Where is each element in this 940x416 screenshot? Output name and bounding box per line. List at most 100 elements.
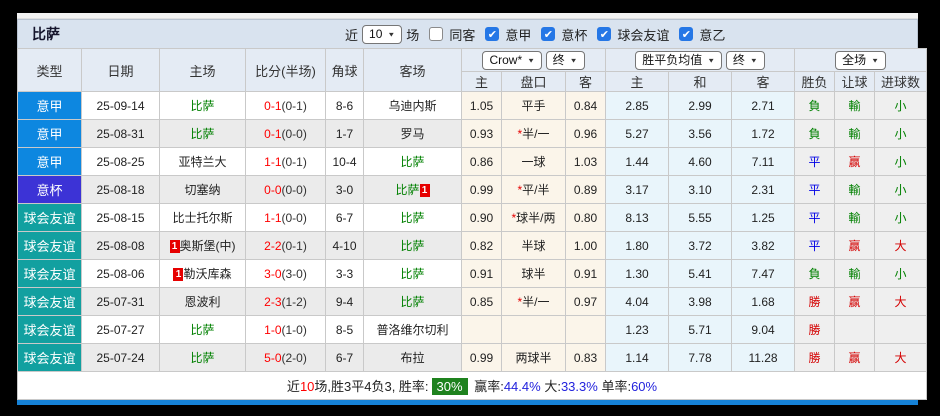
date-cell: 25-08-15 xyxy=(81,203,160,232)
away-team-cell[interactable]: 比萨 xyxy=(363,203,462,232)
avg-odds-select[interactable]: 胜平负均值 ▼ xyxy=(635,50,723,70)
over-rate: 33.3% xyxy=(560,379,598,394)
home-team-cell[interactable]: 亚特兰大 xyxy=(159,147,246,176)
col-header-avg-away: 客 xyxy=(731,71,796,92)
match-row[interactable]: 球会友谊 25-07-24 比萨 5-0(2-0) 6-7 布拉 0.99 两球… xyxy=(17,343,928,372)
home-team-cell[interactable]: 1 奥斯堡(中) xyxy=(159,231,246,260)
goals-cell: 小 xyxy=(874,259,928,288)
odds-stage-select-2[interactable]: 终 ▼ xyxy=(725,50,765,70)
away-team-name: 布拉 xyxy=(400,351,425,365)
avg-home-cell: 1.44 xyxy=(605,147,670,176)
chevron-down-icon: ▼ xyxy=(569,56,578,64)
fulltime-score: 3-0 xyxy=(264,266,282,281)
match-row[interactable]: 意杯 25-08-18 切塞纳 0-0(0-0) 3-0 比萨 1 0.99 *平… xyxy=(17,175,928,204)
date-cell: 25-07-27 xyxy=(81,315,160,344)
date-cell: 25-09-14 xyxy=(81,91,160,120)
league-checkbox-serie-b[interactable]: ✔ xyxy=(679,27,694,41)
away-team-cell[interactable]: 比萨 xyxy=(363,287,462,316)
odds-stage-select-1[interactable]: 终 ▼ xyxy=(545,50,585,70)
scope-select[interactable]: 全场 ▼ xyxy=(835,50,886,70)
avg-away-cell: 2.71 xyxy=(731,91,796,120)
match-row[interactable]: 球会友谊 25-07-27 比萨 1-0(1-0) 8-5 普洛维尔切利 1.2… xyxy=(17,315,928,344)
handicap-result-cell: 赢 xyxy=(834,147,876,176)
odds-home-cell: 0.86 xyxy=(461,147,502,176)
away-team-cell[interactable]: 比萨 xyxy=(363,259,462,288)
league-label-club-friendly: 球会友谊 xyxy=(617,27,670,43)
away-team-cell[interactable]: 普洛维尔切利 xyxy=(363,315,462,344)
away-team-name: 比萨 xyxy=(400,155,425,169)
avg-home-cell: 1.30 xyxy=(605,259,670,288)
league-checkbox-club-friendly[interactable]: ✔ xyxy=(597,27,612,41)
odds-away-cell: 0.84 xyxy=(564,91,607,120)
away-team-cell[interactable]: 布拉 xyxy=(363,343,462,372)
home-team-name: 切塞纳 xyxy=(184,183,221,197)
away-team-cell[interactable]: 比萨 1 xyxy=(363,175,462,204)
avg-away-cell: 1.72 xyxy=(731,119,796,148)
avg-away-cell: 3.82 xyxy=(731,231,796,260)
home-team-cell[interactable]: 恩波利 xyxy=(159,287,246,316)
home-team-cell[interactable]: 切塞纳 xyxy=(159,175,246,204)
home-team-cell[interactable]: 比士托尔斯 xyxy=(159,203,246,232)
red-card-badge: 1 xyxy=(173,268,184,281)
goals-cell: 大 xyxy=(874,231,928,260)
result-cell: 負 xyxy=(794,259,836,288)
halftime-score: (0-0) xyxy=(281,126,307,141)
match-row[interactable]: 球会友谊 25-08-08 1 奥斯堡(中) 2-2(0-1) 4-10 比萨 0… xyxy=(17,231,928,260)
handicap-result-cell: 輸 xyxy=(834,203,876,232)
home-team-cell[interactable]: 比萨 xyxy=(159,119,246,148)
avg-draw-cell: 3.56 xyxy=(668,119,733,148)
avg-draw-cell: 3.98 xyxy=(668,287,733,316)
odds-home-cell: 0.99 xyxy=(461,175,502,204)
header-dropdown-row: 类型 日期 主场 比分(半场) 角球 客场 Crow* ▼ 终 ▼ 胜平负均值 ▼ 终… xyxy=(17,48,928,92)
odds-company-select[interactable]: Crow* ▼ xyxy=(482,50,543,70)
match-row[interactable]: 意甲 25-09-14 比萨 0-1(0-1) 8-6 乌迪内斯 1.05 平手… xyxy=(17,91,928,120)
goals-cell: 小 xyxy=(874,175,928,204)
handicap-result-cell: 輸 xyxy=(834,119,876,148)
score-cell: 0-1(0-1) xyxy=(245,91,326,120)
corner-cell: 9-4 xyxy=(325,287,364,316)
halftime-score: (2-0) xyxy=(281,350,307,365)
match-row[interactable]: 球会友谊 25-08-06 1 勒沃库森 3-0(3-0) 3-3 比萨 0.91… xyxy=(17,259,928,288)
handicap-result-cell: 赢 xyxy=(834,343,876,372)
home-team-cell[interactable]: 1 勒沃库森 xyxy=(159,259,246,288)
odds-away-cell: 0.83 xyxy=(564,343,607,372)
page-title: 比萨 xyxy=(32,26,60,42)
same-away-label: 同客 xyxy=(449,27,476,43)
away-team-cell[interactable]: 比萨 xyxy=(363,147,462,176)
avg-draw-cell: 5.41 xyxy=(668,259,733,288)
home-team-name: 亚特兰大 xyxy=(178,155,227,169)
away-team-cell[interactable]: 乌迪内斯 xyxy=(363,91,462,120)
avg-home-cell: 1.23 xyxy=(605,315,670,344)
recent-count-select[interactable]: 10 ▼ xyxy=(362,24,403,44)
corner-cell: 6-7 xyxy=(325,343,364,372)
match-row[interactable]: 球会友谊 25-08-15 比士托尔斯 1-1(0-0) 6-7 比萨 0.90… xyxy=(17,203,928,232)
corner-cell: 10-4 xyxy=(325,147,364,176)
away-team-cell[interactable]: 罗马 xyxy=(363,119,462,148)
home-team-cell[interactable]: 比萨 xyxy=(159,315,246,344)
handicap-cell: *半/一 xyxy=(501,287,566,316)
goals-cell: 大 xyxy=(874,287,928,316)
fulltime-score: 2-2 xyxy=(264,238,282,253)
same-away-checkbox[interactable] xyxy=(429,27,444,41)
result-cell: 平 xyxy=(794,175,836,204)
away-team-cell[interactable]: 比萨 xyxy=(363,231,462,260)
fulltime-score: 0-1 xyxy=(264,126,282,141)
avg-away-cell: 1.25 xyxy=(731,203,796,232)
league-checkbox-serie-a[interactable]: ✔ xyxy=(485,27,500,41)
handicap-result-cell: 赢 xyxy=(834,231,876,260)
match-row[interactable]: 球会友谊 25-07-31 恩波利 2-3(1-2) 9-4 比萨 0.85 *… xyxy=(17,287,928,316)
match-type-cell: 球会友谊 xyxy=(17,203,82,232)
home-team-cell[interactable]: 比萨 xyxy=(159,91,246,120)
league-checkbox-italy-cup[interactable]: ✔ xyxy=(541,27,556,41)
red-card-badge: 1 xyxy=(419,184,430,197)
match-row[interactable]: 意甲 25-08-25 亚特兰大 1-1(0-1) 10-4 比萨 0.86 一… xyxy=(17,147,928,176)
handicap-result-cell xyxy=(834,315,876,344)
handicap-cell: 平手 xyxy=(501,91,566,120)
halftime-score: (0-1) xyxy=(281,238,307,253)
date-cell: 25-08-08 xyxy=(81,231,160,260)
match-row[interactable]: 意甲 25-08-31 比萨 0-1(0-0) 1-7 罗马 0.93 *半/一… xyxy=(17,119,928,148)
date-cell: 25-08-18 xyxy=(81,175,160,204)
result-cell: 平 xyxy=(794,147,836,176)
avg-draw-cell: 7.78 xyxy=(668,343,733,372)
home-team-cell[interactable]: 比萨 xyxy=(159,343,246,372)
